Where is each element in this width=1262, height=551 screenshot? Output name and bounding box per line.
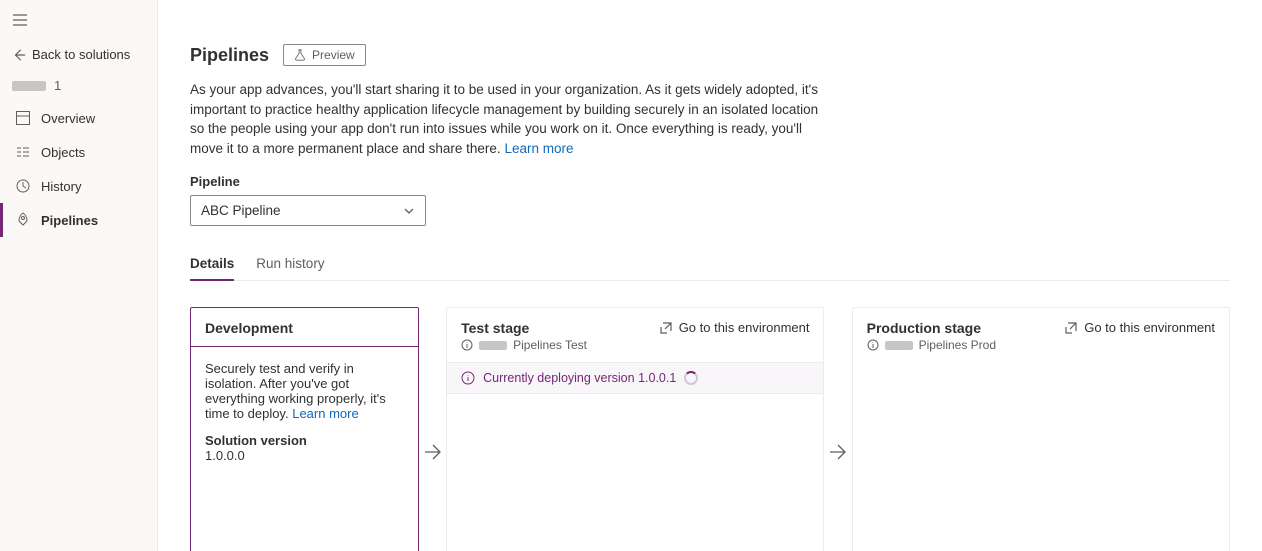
env-redacted [885,341,913,350]
info-icon [461,339,473,351]
stages-row: Development Securely test and verify in … [190,307,1230,551]
info-icon [461,371,475,385]
env-name: Pipelines Prod [919,338,996,352]
solution-name: 1 [0,70,157,101]
spinner-icon [684,371,698,385]
solution-version-value: 1.0.0.0 [205,448,404,463]
stage-head: Development [191,308,418,347]
solution-suffix: 1 [54,78,61,93]
env-name: Pipelines Test [513,338,587,352]
stage-head: Production stage Pipelines Prod Go to th… [853,308,1229,362]
back-label: Back to solutions [32,47,130,62]
go-env-label: Go to this environment [1084,320,1215,335]
sidebar-item-pipelines[interactable]: Pipelines [0,203,157,237]
arrow-left-icon [12,48,26,62]
history-icon [15,178,31,194]
stage-production: Production stage Pipelines Prod Go to th… [852,307,1230,551]
go-to-environment[interactable]: Go to this environment [659,320,810,335]
page-title: Pipelines [190,45,269,66]
tab-details[interactable]: Details [190,248,234,281]
arrow-right-icon [423,442,443,462]
stage-title: Development [205,320,293,336]
flask-icon [294,49,306,61]
go-env-label: Go to this environment [679,320,810,335]
overview-icon [15,110,31,126]
env-redacted [479,341,507,350]
sidebar-item-objects[interactable]: Objects [0,135,157,169]
solution-name-redacted [12,81,46,91]
deploying-text: Currently deploying version 1.0.0.1 [483,371,676,385]
stage-body: Securely test and verify in isolation. A… [191,347,418,477]
stage-env: Pipelines Prod [867,338,996,352]
dev-learn-more[interactable]: Learn more [292,406,358,421]
preview-label: Preview [312,48,355,62]
stage-title: Test stage [461,320,587,336]
sidebar-item-history[interactable]: History [0,169,157,203]
arrow-right-icon [828,442,848,462]
back-to-solutions[interactable]: Back to solutions [0,39,157,70]
intro-text: As your app advances, you'll start shari… [190,80,830,158]
open-icon [659,321,673,335]
pipeline-select-value: ABC Pipeline [201,203,281,218]
intro-learn-more[interactable]: Learn more [504,141,573,156]
deploying-banner: Currently deploying version 1.0.0.1 [447,362,823,394]
sidebar: Back to solutions 1 Overview Objects His… [0,0,158,551]
rocket-icon [15,212,31,228]
sidebar-item-label: Overview [41,111,95,126]
arrow-dev-to-test [419,307,446,551]
stage-title: Production stage [867,320,996,336]
info-icon [867,339,879,351]
objects-icon [15,144,31,160]
page-header: Pipelines Preview [190,44,1230,66]
tabs: Details Run history [190,248,1230,281]
arrow-test-to-prod [824,307,851,551]
sidebar-item-label: Objects [41,145,85,160]
stage-env: Pipelines Test [461,338,587,352]
sidebar-item-label: History [41,179,81,194]
hamburger-icon [12,12,28,28]
stage-test: Test stage Pipelines Test Go to this env… [446,307,824,551]
sidebar-item-label: Pipelines [41,213,98,228]
menu-toggle[interactable] [0,8,157,39]
main-content: Pipelines Preview As your app advances, … [158,0,1262,551]
open-icon [1064,321,1078,335]
pipeline-label: Pipeline [190,174,1230,189]
tab-run-history[interactable]: Run history [256,248,324,281]
pipeline-select[interactable]: ABC Pipeline [190,195,426,226]
go-to-environment[interactable]: Go to this environment [1064,320,1215,335]
stage-head: Test stage Pipelines Test Go to this env… [447,308,823,362]
sidebar-item-overview[interactable]: Overview [0,101,157,135]
solution-version-label: Solution version [205,433,404,448]
preview-badge: Preview [283,44,366,66]
stage-development: Development Securely test and verify in … [190,307,419,551]
chevron-down-icon [403,205,415,217]
